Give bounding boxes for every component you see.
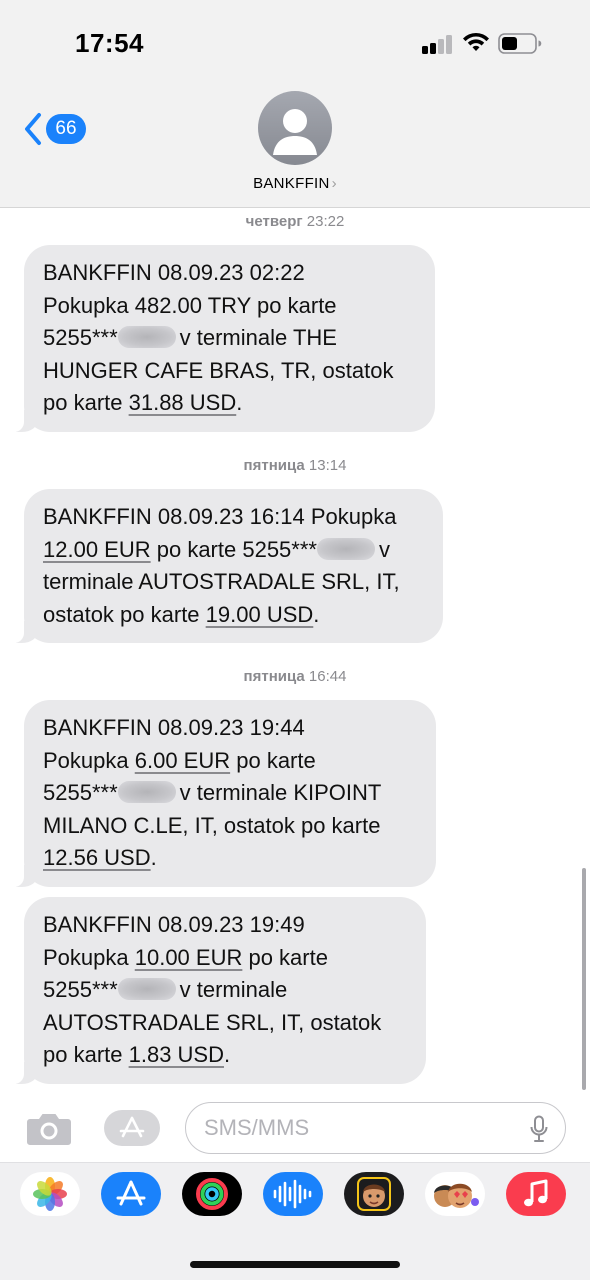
scroll-indicator[interactable] — [582, 868, 586, 1090]
message-bubble[interactable]: BANKFFIN 08.09.23 19:49 Pokupka 10.00 EU… — [10, 897, 426, 1084]
app-store-button[interactable] — [104, 1110, 160, 1146]
message-input-container[interactable] — [185, 1102, 566, 1154]
status-time: 17:54 — [75, 28, 144, 58]
battery-icon — [498, 33, 542, 54]
home-indicator[interactable] — [190, 1261, 400, 1268]
redacted-card-digits — [316, 537, 375, 560]
wifi-icon — [463, 32, 489, 51]
contact-name-button[interactable]: BANKFFIN › — [0, 175, 590, 192]
app-store-icon — [119, 1116, 145, 1138]
app-store-app-icon[interactable] — [101, 1172, 161, 1216]
redacted-card-digits — [117, 326, 176, 348]
activity-app-icon[interactable] — [182, 1172, 242, 1216]
memoji-stickers-app-icon[interactable] — [425, 1172, 485, 1216]
amount-link[interactable]: 31.88 USD — [129, 390, 237, 415]
conversation-header: 17:54 66 BANKFFIN › — [0, 0, 590, 208]
camera-icon[interactable] — [26, 1110, 72, 1146]
music-app-icon[interactable] — [506, 1172, 566, 1216]
audio-message-app-icon[interactable] — [263, 1172, 323, 1216]
chevron-right-icon: › — [331, 175, 337, 192]
message-bubble[interactable]: BANKFFIN 08.09.23 19:44 Pokupka 6.00 EUR… — [10, 700, 436, 887]
message-timestamp: четверг 23:22 — [245, 213, 345, 230]
contact-avatar[interactable] — [258, 91, 332, 165]
message-bubble[interactable]: BANKFFIN 08.09.23 02:22 Pokupka 482.00 T… — [10, 245, 435, 432]
unread-count-badge: 66 — [46, 114, 86, 144]
amount-link[interactable]: 12.56 USD — [43, 845, 151, 870]
memoji-app-icon[interactable] — [344, 1172, 404, 1216]
contact-name: BANKFFIN — [253, 175, 330, 192]
message-timestamp: пятница 13:14 — [243, 457, 347, 474]
microphone-icon[interactable] — [530, 1115, 548, 1143]
person-icon — [273, 109, 317, 155]
message-bubble[interactable]: BANKFFIN 08.09.23 16:14 Pokupka 12.00 EU… — [10, 489, 443, 643]
amount-link[interactable]: 10.00 EUR — [135, 945, 243, 970]
photos-app-icon[interactable] — [20, 1172, 80, 1216]
cellular-signal-icon — [422, 32, 454, 54]
redacted-card-digits — [117, 978, 176, 1000]
amount-link[interactable]: 6.00 EUR — [135, 748, 230, 773]
amount-link[interactable]: 12.00 EUR — [43, 537, 151, 562]
chevron-left-icon — [25, 113, 41, 145]
message-thread[interactable]: четверг 23:22 BANKFFIN 08.09.23 02:22 Po… — [0, 208, 590, 1098]
back-button[interactable]: 66 — [22, 110, 92, 148]
message-timestamp: пятница 16:44 — [243, 668, 347, 685]
amount-link[interactable]: 1.83 USD — [129, 1042, 224, 1067]
redacted-card-digits — [117, 781, 176, 803]
message-input[interactable] — [204, 1103, 524, 1153]
amount-link[interactable]: 19.00 USD — [206, 602, 314, 627]
